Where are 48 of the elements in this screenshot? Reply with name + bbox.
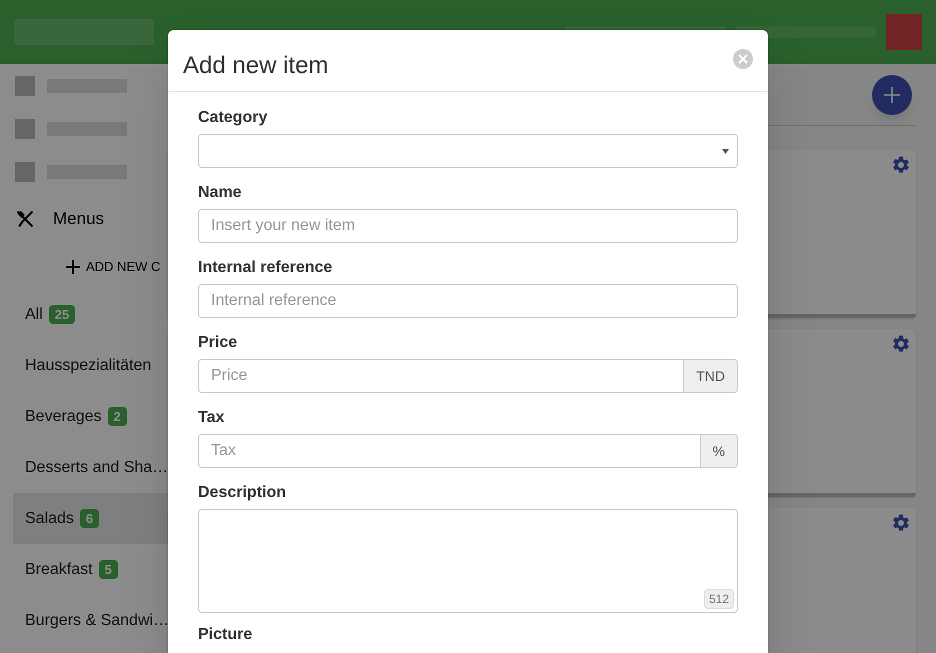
category-name: All: [25, 304, 43, 324]
field-label: Picture: [198, 625, 254, 645]
input-addon: TND: [684, 359, 738, 393]
category-item[interactable]: All 25: [13, 289, 168, 340]
description-field[interactable]: 512: [198, 509, 738, 613]
category-item[interactable]: Hausspezialitäten: [13, 340, 168, 391]
count-badge: 5: [98, 560, 118, 580]
plus-icon: [884, 86, 900, 102]
category-item[interactable]: Breakfast 5: [13, 544, 168, 595]
add-button[interactable]: [872, 74, 912, 114]
input-field[interactable]: Tax: [198, 434, 701, 468]
dialog-title: Add new item: [183, 50, 328, 80]
category-name: Burgers & Sandwi…: [25, 610, 170, 630]
settings-icon[interactable]: [891, 513, 911, 533]
category-name: Salads: [25, 508, 74, 528]
category-item[interactable]: Desserts and Sha…: [13, 442, 168, 493]
plus-icon: [66, 260, 80, 274]
character-counter: 512: [704, 589, 734, 609]
field-label: Internal reference: [198, 258, 334, 278]
count-badge: 25: [48, 304, 76, 324]
field-label: Description: [198, 483, 288, 503]
count-badge: 2: [108, 406, 127, 426]
category-name: Desserts and Sha…: [25, 458, 168, 478]
category-name: Breakfast: [25, 560, 93, 580]
category-name: Hausspezialitäten: [25, 356, 152, 376]
field-label: Tax: [198, 408, 226, 428]
sidebar-item[interactable]: Menus: [0, 193, 168, 245]
count-badge: 6: [80, 508, 100, 528]
pixelated-icon: [15, 118, 35, 138]
pixelated-icon: [15, 76, 35, 96]
close-icon: [738, 54, 748, 64]
settings-icon[interactable]: [891, 155, 911, 175]
input-field[interactable]: Internal reference: [198, 284, 738, 318]
caret-icon: [722, 148, 729, 154]
input-field[interactable]: Price: [198, 359, 684, 393]
field-label: Category: [198, 108, 268, 128]
input-addon: %: [700, 434, 738, 468]
field-label: Name: [198, 183, 243, 203]
cutlery-icon: [15, 209, 35, 229]
pixelated-icon: [15, 162, 35, 182]
category-name: Beverages: [25, 406, 102, 426]
add-category-button[interactable]: ADD NEW C: [66, 245, 160, 289]
category-item[interactable]: Burgers & Sandwi…: [13, 595, 168, 646]
category-item[interactable]: Salads 6: [13, 493, 168, 544]
category-item[interactable]: Beverages 2: [13, 391, 168, 442]
field-label: Price: [198, 333, 238, 353]
input-field[interactable]: Insert your new item: [198, 209, 738, 243]
settings-icon[interactable]: [891, 334, 911, 354]
